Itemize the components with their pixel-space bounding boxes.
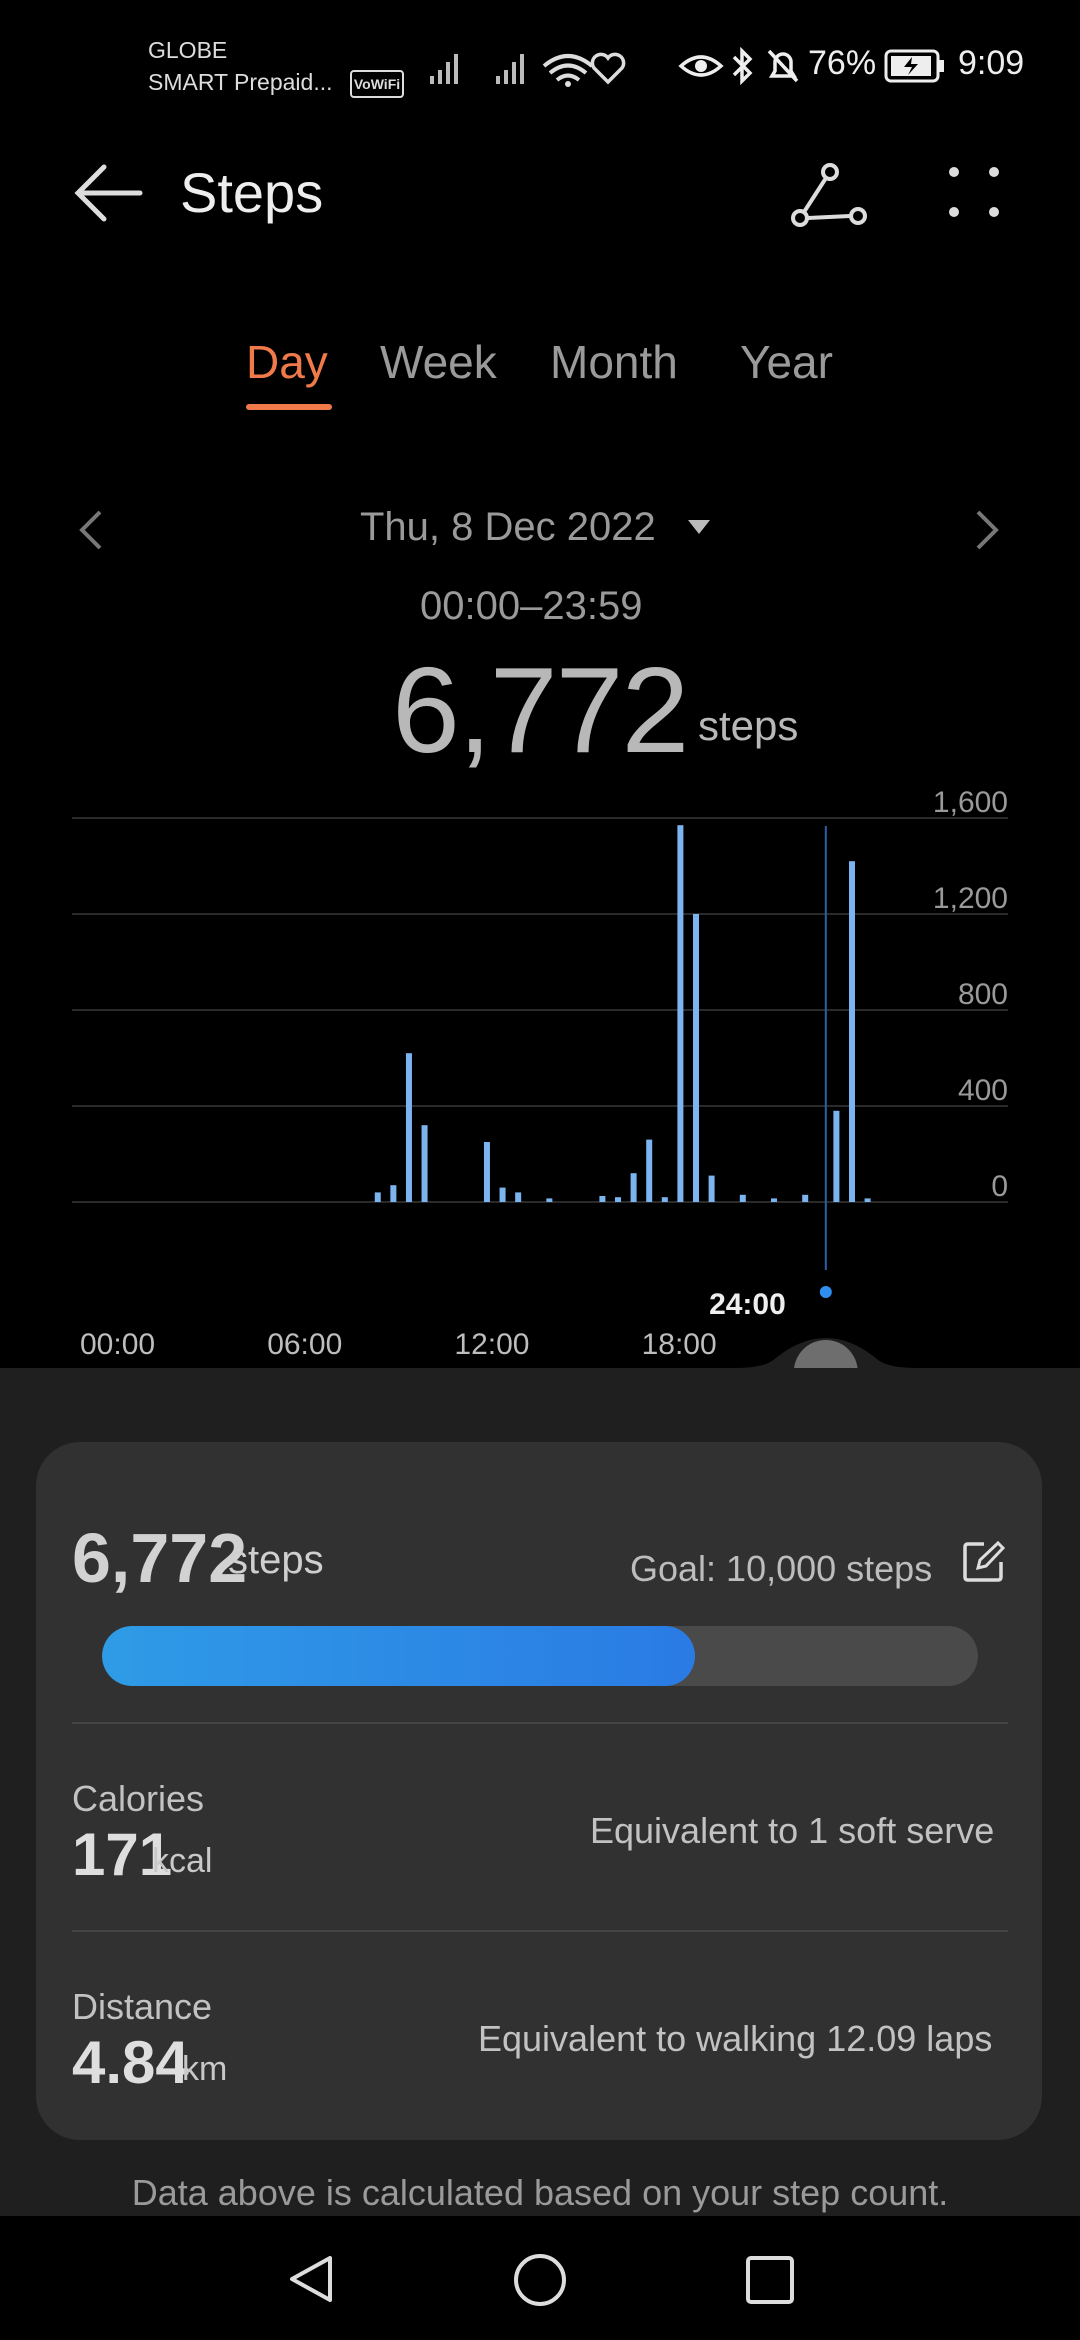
goal-progress-fill xyxy=(102,1626,696,1686)
divider xyxy=(72,1722,1008,1724)
steps-bar xyxy=(374,1192,381,1202)
time-cursor-dot xyxy=(819,1286,832,1298)
card-steps-value: 6,772 xyxy=(72,1519,248,1597)
time-cursor-label: 24:00 xyxy=(709,1288,786,1321)
calories-equivalent: Equivalent to 1 soft serve xyxy=(590,1810,995,1851)
steps-bar xyxy=(599,1196,606,1202)
steps-bar xyxy=(390,1185,397,1202)
y-tick-label: 400 xyxy=(958,1074,1008,1107)
more-dots-icon[interactable] xyxy=(944,162,1004,222)
steps-bar xyxy=(646,1139,653,1202)
calories-label: Calories xyxy=(72,1778,205,1819)
y-tick-label: 1,200 xyxy=(933,882,1008,915)
tab-week[interactable]: Week xyxy=(380,335,497,389)
steps-bar xyxy=(771,1198,777,1202)
steps-bar xyxy=(499,1187,506,1202)
steps-bar xyxy=(405,1053,412,1202)
distance-unit: km xyxy=(182,2050,228,2088)
card-steps-unit: steps xyxy=(228,1538,324,1582)
prev-day-icon[interactable] xyxy=(76,508,106,552)
divider xyxy=(72,1930,1008,1932)
x-tick-label: 18:00 xyxy=(642,1328,717,1361)
steps-bar xyxy=(515,1192,522,1202)
x-tick-label: 00:00 xyxy=(80,1328,155,1361)
page-title: Steps xyxy=(180,161,324,224)
back-arrow-icon[interactable] xyxy=(70,160,146,226)
eye-icon xyxy=(678,55,724,77)
carrier-plan: SMART Prepaid... xyxy=(148,69,333,95)
bluetooth-icon xyxy=(732,46,753,86)
calories-unit: kcal xyxy=(152,1842,213,1880)
tab-month[interactable]: Month xyxy=(550,335,678,389)
nav-recents-icon[interactable] xyxy=(744,2254,796,2306)
steps-bar xyxy=(864,1198,871,1202)
active-tab-indicator xyxy=(246,404,332,410)
distance-value: 4.84 xyxy=(72,2029,189,2096)
goal-progress-bar xyxy=(102,1626,978,1686)
steps-bar-chart[interactable]: 1,600 1,200 800 400 0 00:00 06:00 12:00 18:00 2… xyxy=(0,770,1080,1410)
goal-label: Goal: 10,000 steps xyxy=(630,1548,933,1589)
steps-bar xyxy=(849,861,855,1202)
status-bar: GLOBE SMART Prepaid... VoWiFi 76% 9:09 xyxy=(0,0,1080,140)
steps-bar xyxy=(739,1194,746,1202)
steps-bar xyxy=(630,1173,637,1202)
edit-icon[interactable] xyxy=(962,1540,1006,1584)
mute-bell-icon xyxy=(767,49,799,83)
steps-bar xyxy=(421,1125,428,1202)
steps-bar xyxy=(546,1198,553,1202)
battery-charging-icon xyxy=(884,49,944,83)
tab-day[interactable]: Day xyxy=(246,335,328,389)
dropdown-caret-icon[interactable] xyxy=(686,518,712,538)
steps-bar xyxy=(483,1142,490,1202)
steps-bar xyxy=(708,1175,715,1202)
x-tick-label: 06:00 xyxy=(267,1328,342,1361)
nav-home-icon[interactable] xyxy=(512,2252,568,2308)
steps-bar xyxy=(833,1110,840,1202)
date-selector[interactable]: Thu, 8 Dec 2022 xyxy=(360,505,656,550)
nav-back-icon[interactable] xyxy=(284,2252,338,2306)
steps-bar xyxy=(802,1194,809,1202)
y-tick-label: 800 xyxy=(958,978,1008,1011)
heart-icon xyxy=(590,52,626,85)
x-tick-label: 12:00 xyxy=(454,1328,529,1361)
next-day-icon[interactable] xyxy=(972,508,1002,552)
steps-bar xyxy=(677,825,684,1202)
distance-equivalent: Equivalent to walking 12.09 laps xyxy=(478,2018,993,2059)
footnote: Data above is calculated based on your s… xyxy=(131,2172,949,2213)
battery-percent: 76% xyxy=(808,44,877,82)
steps-bar xyxy=(693,914,699,1202)
steps-bar xyxy=(615,1197,621,1202)
share-route-icon[interactable] xyxy=(790,160,870,230)
clock: 9:09 xyxy=(958,44,1025,82)
tab-year[interactable]: Year xyxy=(740,335,833,389)
y-tick-label: 1,600 xyxy=(933,786,1008,819)
y-tick-label: 0 xyxy=(991,1170,1008,1203)
total-steps-unit: steps xyxy=(698,702,799,749)
total-steps: 6,772 xyxy=(392,642,689,778)
carrier-name: GLOBE xyxy=(148,37,228,63)
vowifi-badge: VoWiFi xyxy=(350,70,404,98)
time-range: 00:00–23:59 xyxy=(420,584,643,628)
steps-bar xyxy=(661,1197,668,1202)
distance-label: Distance xyxy=(72,1986,213,2027)
